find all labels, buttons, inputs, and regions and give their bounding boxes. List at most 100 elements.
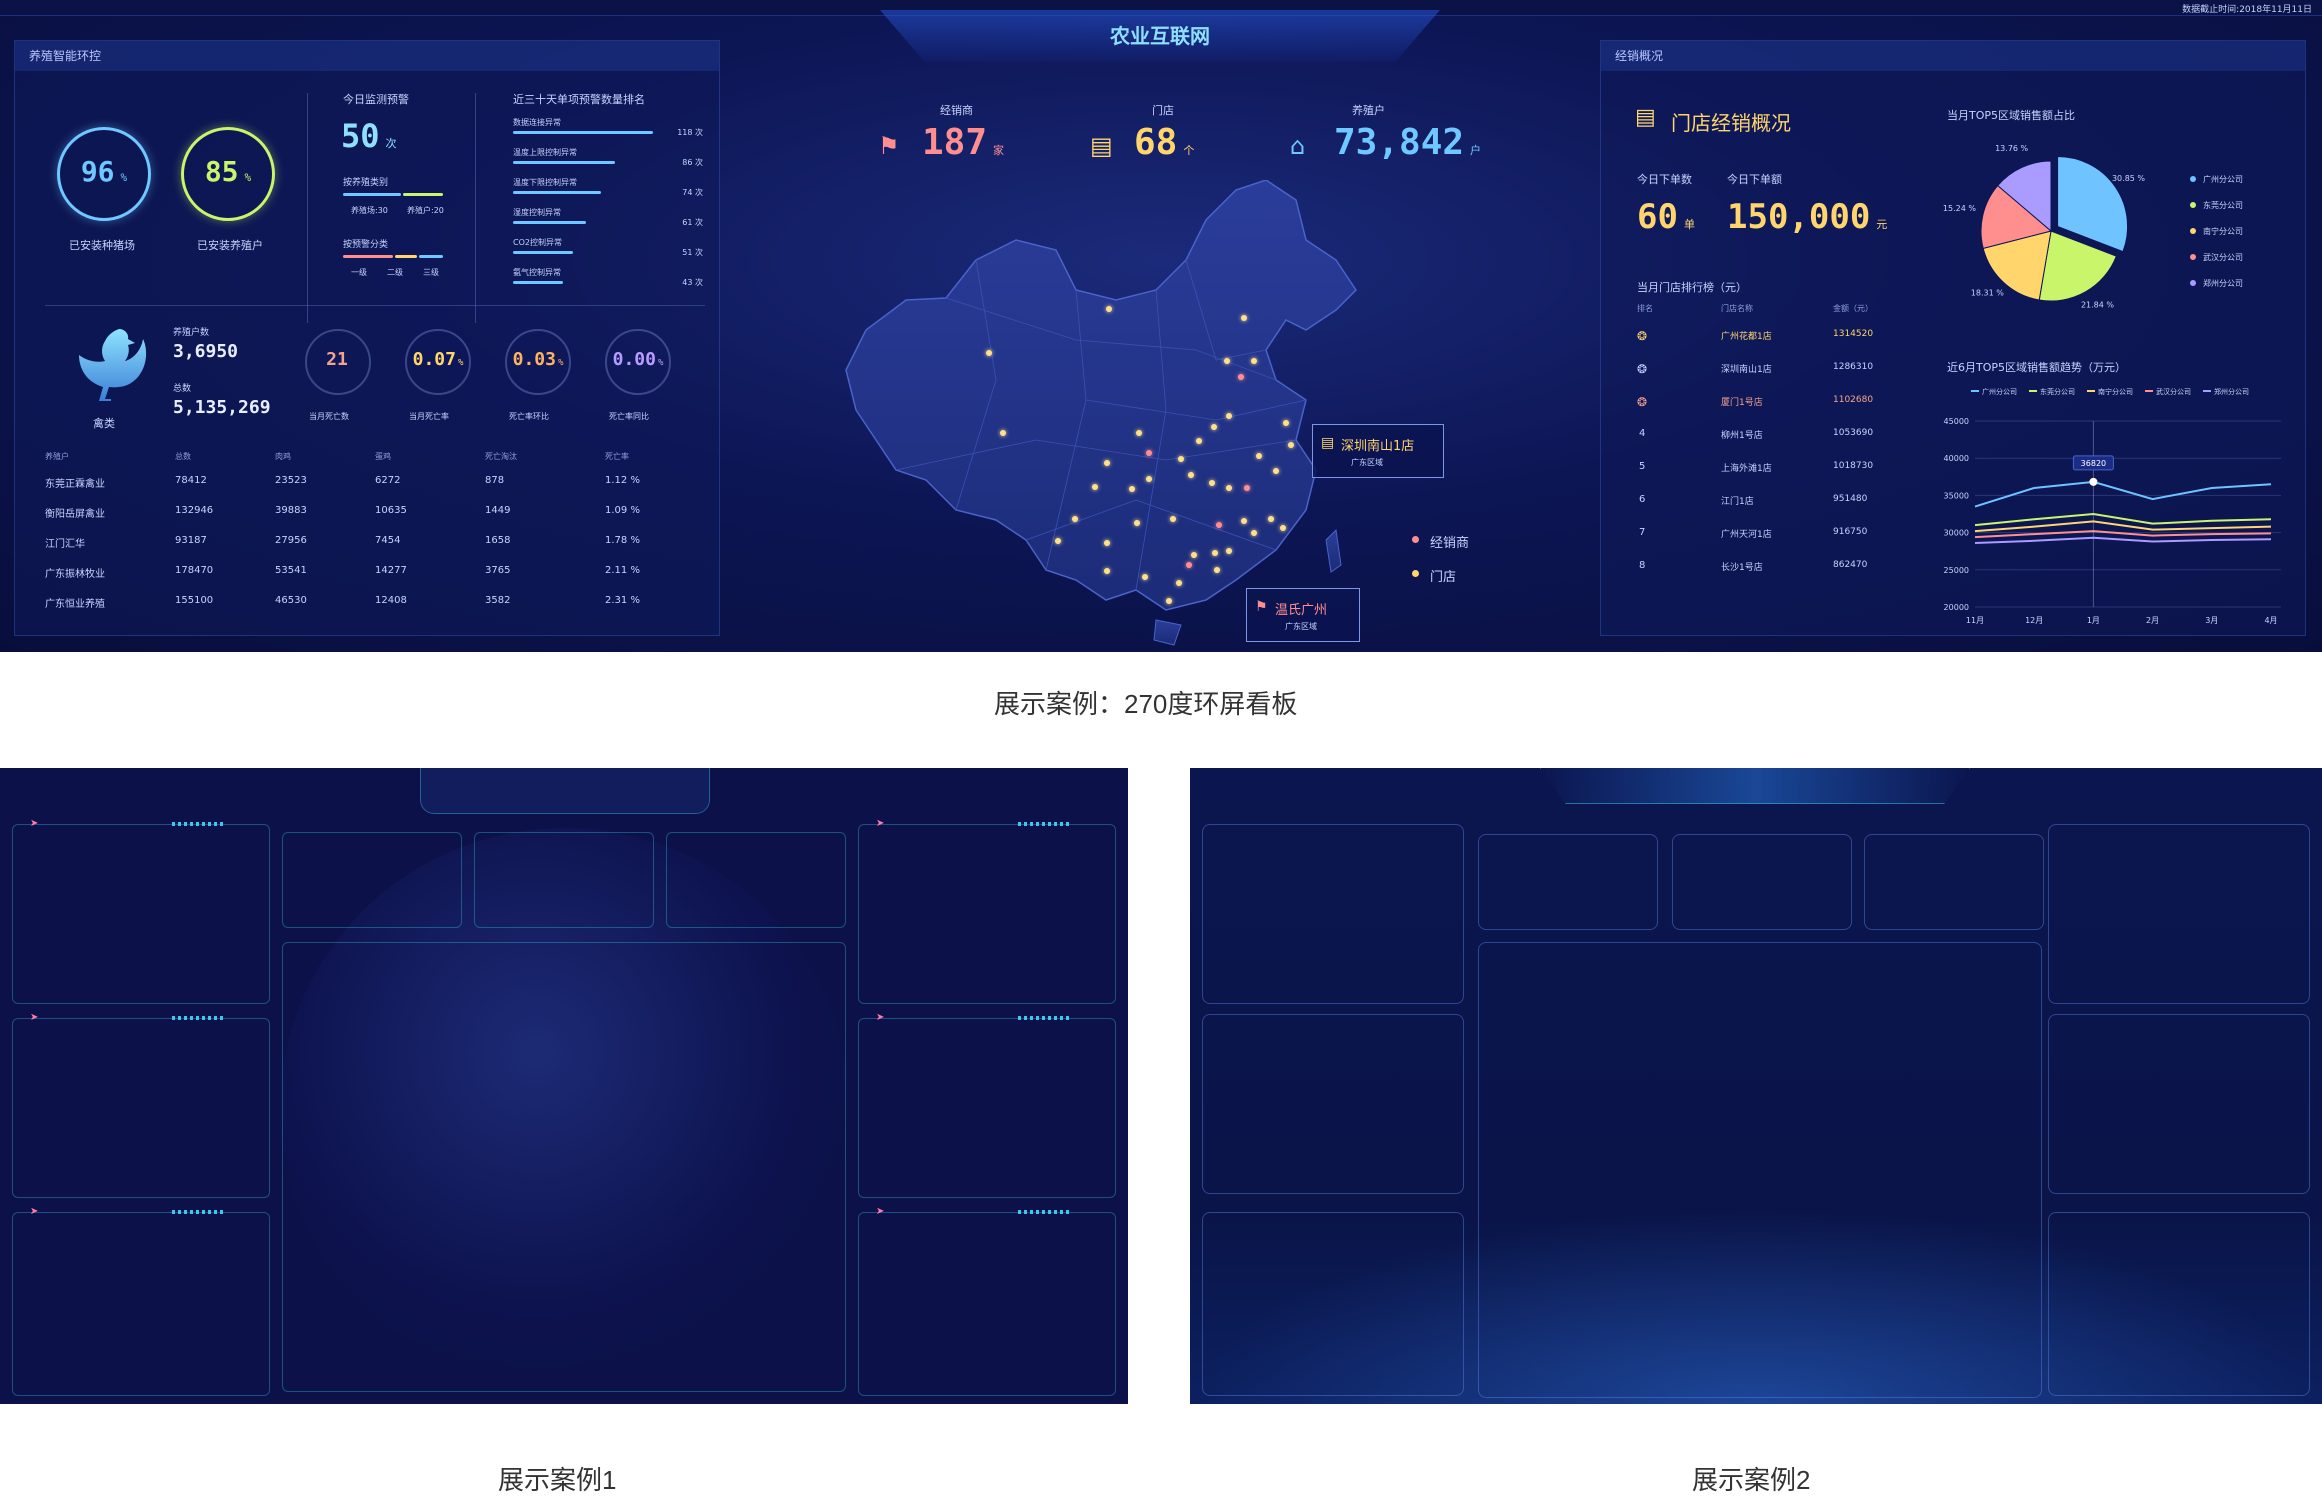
ring-farmer-label: 已安装养殖户 (197, 239, 263, 252)
page-title: 农业互联网 (1110, 24, 1210, 48)
table-row[interactable]: 6 江门1店 951480 (1637, 494, 1897, 524)
table-row[interactable]: ❂ 厦门1号店 1102680 (1637, 395, 1897, 425)
rank-item-value: 61 次 (682, 218, 703, 227)
table-row[interactable]: 5 上海外滩1店 1018730 (1637, 461, 1897, 491)
map-point (1000, 430, 1006, 436)
map-point (1268, 516, 1274, 522)
table-cell: 东莞正霖禽业 (45, 479, 105, 490)
series-line[interactable] (1974, 480, 2272, 508)
layout-frame (858, 824, 1116, 1004)
medal-icon: ❂ (1637, 329, 1648, 343)
legend-marker (2190, 228, 2196, 234)
table-row[interactable]: 广东恒业养殖 155100 46530 12408 3582 2.31 % (45, 595, 685, 625)
map-point (1212, 550, 1218, 556)
map-point (1244, 485, 1250, 491)
table-cell: 93187 (175, 535, 207, 546)
kpi-label: 门店 (1152, 104, 1174, 117)
table-row[interactable]: 东莞正霖禽业 78412 23523 6272 878 1.12 % (45, 475, 685, 505)
rank-item-name: CO2控制异常 (513, 238, 562, 247)
table-cell: 39883 (275, 505, 307, 516)
layout-frame (12, 1018, 270, 1198)
store-name: 长沙1号店 (1721, 563, 1763, 573)
table-header: 死亡淘汰 (485, 452, 517, 461)
amount-value: 150,000 元 (1727, 197, 1888, 237)
series-line[interactable] (1974, 536, 2272, 545)
series-line[interactable] (1974, 530, 2272, 539)
series-line[interactable] (1974, 520, 2272, 533)
stripe-decoration (1018, 1016, 1070, 1020)
stat-value: 0.00% (612, 349, 664, 370)
table-cell: 1.12 % (605, 475, 640, 486)
table-cell: 14277 (375, 565, 407, 576)
people-icon: ⚑ (1255, 599, 1268, 615)
table-row[interactable]: 4 柳州1号店 1053690 (1637, 428, 1897, 458)
store-name: 上海外滩1店 (1721, 464, 1772, 474)
pie-label: 13.76 % (1995, 144, 2028, 153)
map-point (1104, 540, 1110, 546)
table-row[interactable]: 江门汇华 93187 27956 7454 1658 1.78 % (45, 535, 685, 565)
kpi-value: 68 个 (1134, 122, 1195, 163)
legend-dealer: 经销商 (1430, 536, 1470, 551)
stat-label: 当月死亡数 (309, 412, 349, 421)
callout-guangzhou-region: 广东区域 (1285, 622, 1317, 631)
stripe-decoration (172, 822, 224, 826)
store-icon: ▤ (1090, 132, 1113, 160)
map-point (1241, 518, 1247, 524)
monitor-title: 今日监测预警 (343, 93, 409, 106)
map-point (1142, 574, 1148, 580)
kpi-label: 经销商 (940, 104, 973, 117)
table-cell: 广东振林牧业 (45, 569, 105, 580)
callout-guangzhou[interactable]: ⚑ 温氏广州 广东区域 (1246, 588, 1360, 642)
table-cell: 6272 (375, 475, 401, 486)
cat1-bar-b (403, 193, 443, 196)
sales-trend-chart[interactable]: 广州分公司 东莞分公司 南宁分公司 武汉分公司 郑州分公司 45000 40000 35000… (1931, 381, 2301, 631)
divider (307, 93, 308, 323)
divider (475, 93, 476, 323)
layout-frame (1202, 1014, 1464, 1194)
overview-title: 门店经销概况 (1671, 111, 1791, 135)
x-tick-label: 12月 (2025, 616, 2043, 625)
total-label: 总数 (173, 384, 192, 394)
mortality-stats: 21 当月死亡数 0.07% 当月死亡率 0.03% 死亡率环比 0.00% 死亡率同比 (305, 329, 705, 439)
layout-frame (1478, 834, 1658, 930)
legend-label: 东莞分公司 (2040, 387, 2075, 396)
table-cell: 3765 (485, 565, 511, 576)
sales-pie-chart[interactable]: 30.85 % 21.84 % 18.31 % 15.24 % 13.76 % 广州分公司… (1931, 131, 2271, 341)
layout-frame (1202, 824, 1464, 1004)
legend-dot-store (1412, 570, 1419, 577)
rank-list: 数据连接异常 118 次温度上限控制异常 86 次温度下限控制异常 74 次湿度控制异… (513, 117, 703, 317)
orders-label: 今日下单数 (1637, 173, 1692, 186)
stat-value: 21 (326, 349, 348, 370)
table-row[interactable]: 广东振林牧业 178470 53541 14277 3765 2.11 % (45, 565, 685, 595)
legend-store: 门店 (1430, 570, 1457, 585)
table-row[interactable]: 衡阳岳屏禽业 132946 39883 10635 1449 1.09 % (45, 505, 685, 535)
table-row[interactable]: 8 长沙1号店 862470 (1637, 560, 1897, 590)
rank-title: 近三十天单项预警数量排名 (513, 93, 645, 106)
legend-label: 武汉分公司 (2156, 387, 2191, 396)
rank-item-bar (513, 281, 563, 284)
table-row[interactable]: 7 广州天河1店 916750 (1637, 527, 1897, 557)
cat1-title: 按养殖类别 (343, 178, 389, 188)
map-point (1283, 420, 1289, 426)
callout-shenzhen[interactable]: ▤ 深圳南山1店 广东区域 (1312, 424, 1444, 478)
table-row[interactable]: ❂ 广州花都1店 1314520 (1637, 329, 1897, 359)
farmers-label: 养殖户数 (173, 328, 210, 338)
medal-icon: ❂ (1637, 395, 1648, 409)
x-tick-label: 3月 (2205, 616, 2218, 625)
series-line[interactable] (1974, 512, 2272, 527)
stat-label: 死亡率同比 (609, 412, 649, 421)
stripe-decoration (172, 1210, 224, 1214)
legend-label: 广州分公司 (1982, 387, 2017, 396)
map-point (1178, 456, 1184, 462)
table-row[interactable]: ❂ 深圳南山1店 1286310 (1637, 362, 1897, 392)
table-cell: 46530 (275, 595, 307, 606)
store-amount: 1286310 (1833, 362, 1874, 372)
rank-item-value: 51 次 (682, 248, 703, 257)
chicken-icon (79, 329, 147, 401)
stat-value: 0.03% (512, 349, 564, 370)
layout-frame (12, 1212, 270, 1396)
rank-number: 5 (1639, 461, 1646, 472)
table-cell: 78412 (175, 475, 207, 486)
rank-header: 金额（元） (1833, 304, 1873, 313)
layout-frame (2048, 1014, 2310, 1194)
